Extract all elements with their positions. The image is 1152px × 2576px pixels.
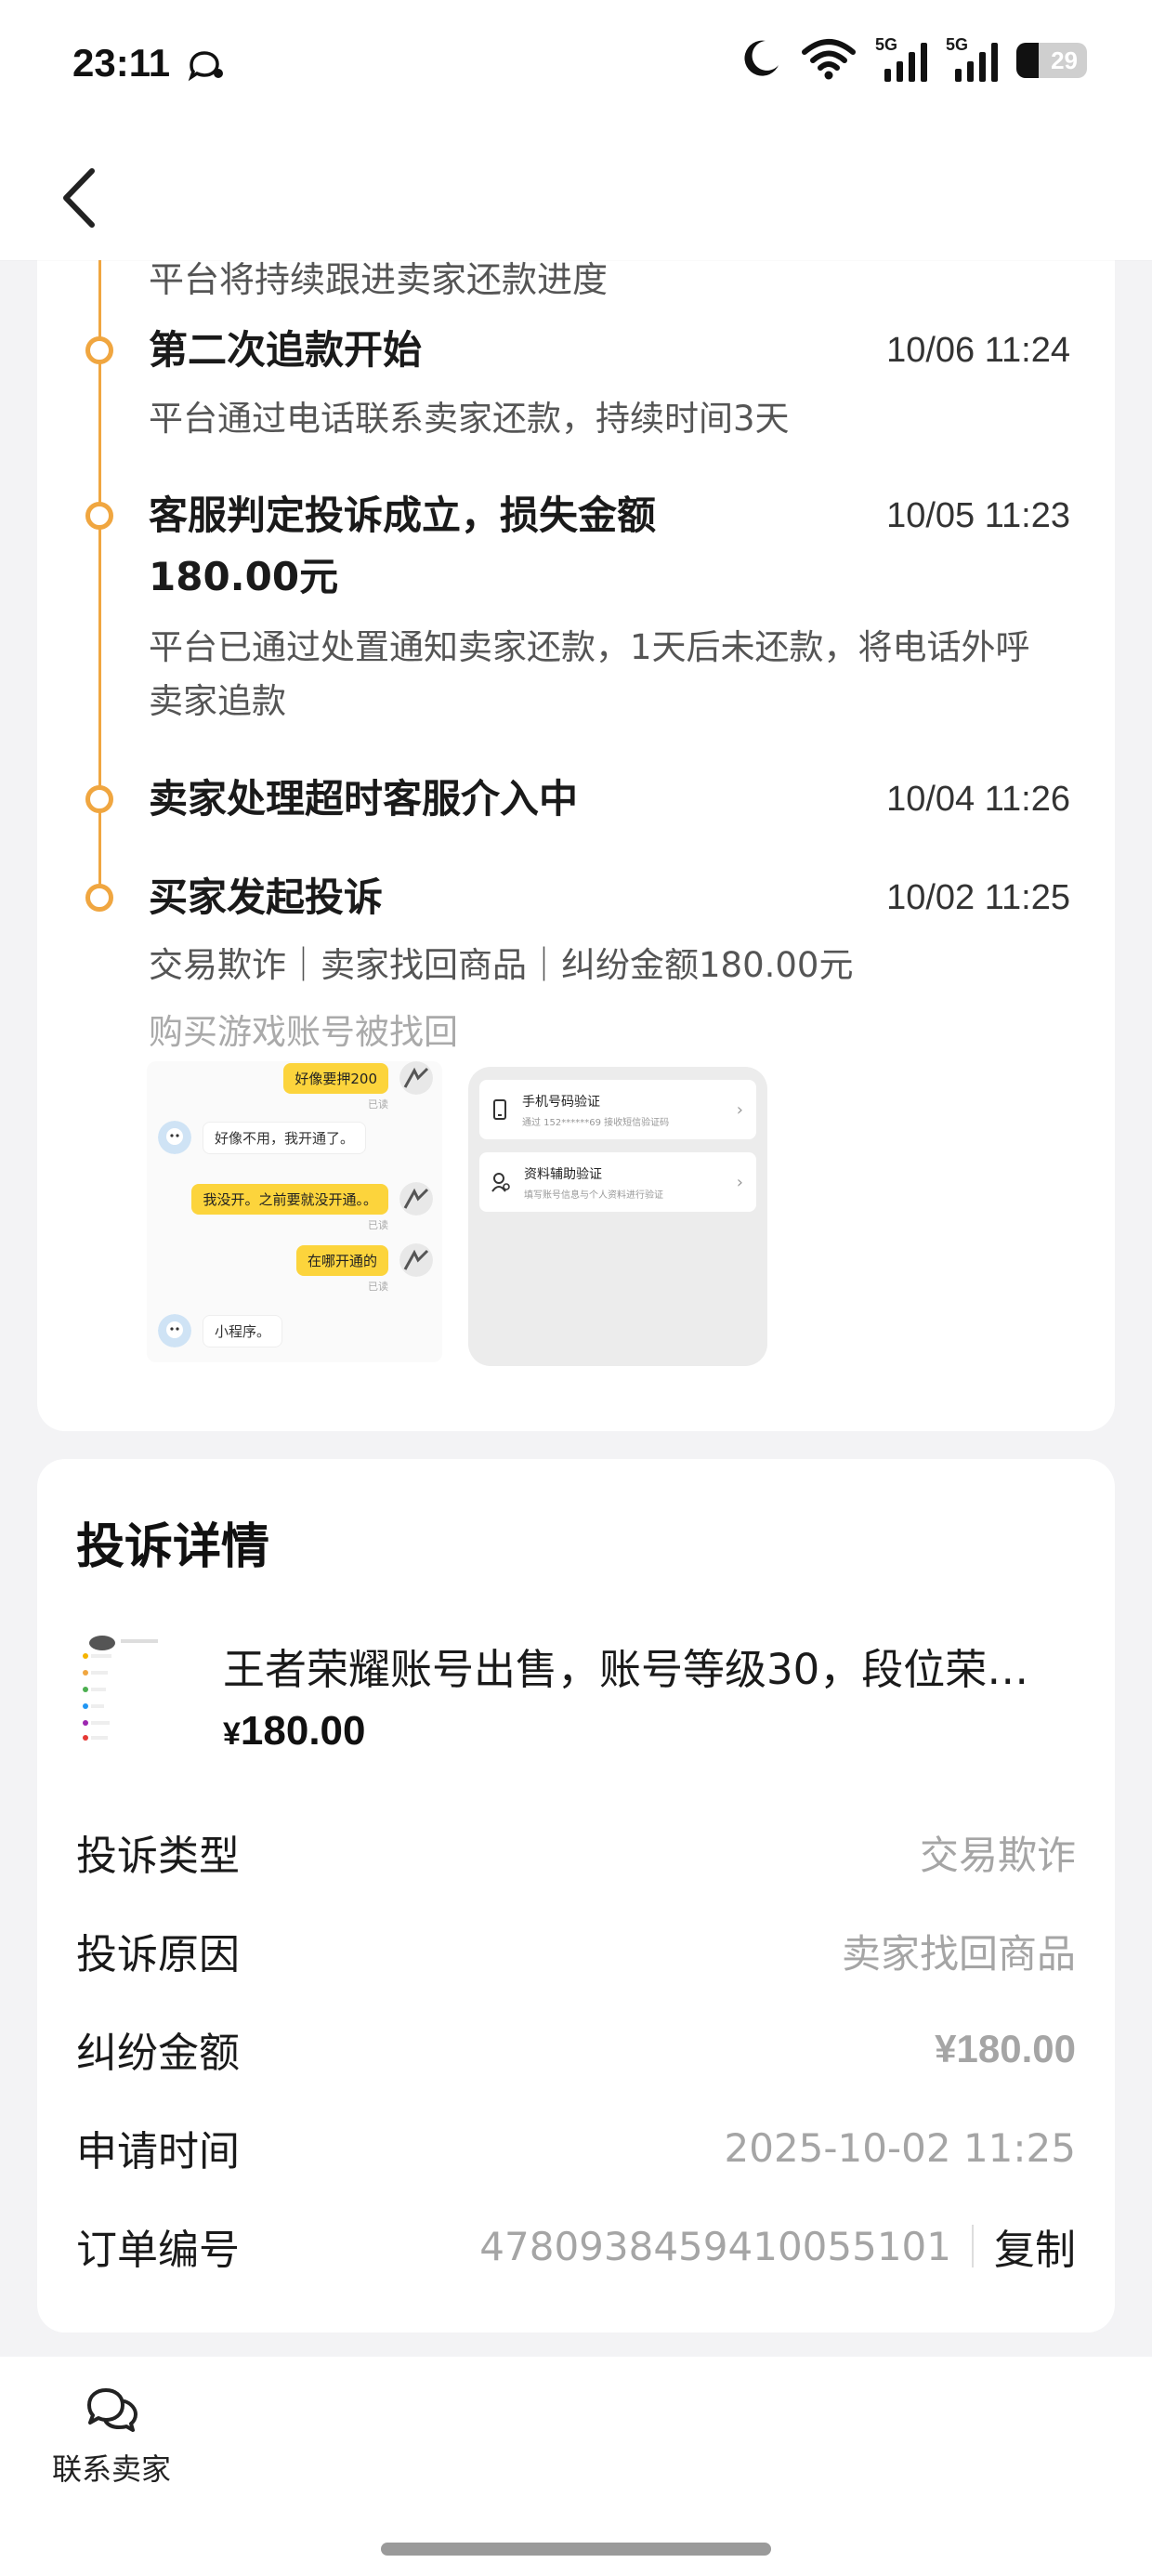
chat-message-right: 在哪开通的 [295,1243,433,1277]
user-verify-icon [491,1173,510,1192]
verify-item-sub: 通过 152******69 接收短信验证码 [522,1117,670,1128]
contact-seller-label: 联系卖家 [51,2451,171,2487]
chat-bubble: 好像要押200 [283,1062,388,1094]
moon-icon [740,37,782,84]
info-value: 2025-10-02 11:25 [724,2124,1076,2171]
info-label: 申请时间 [76,2128,240,2175]
chat-message-left: 好像不用，我开通了。 [158,1121,367,1154]
wifi-icon [801,37,857,84]
timeline-dot [85,884,113,912]
status-time: 23:11 [72,41,171,85]
battery-icon: 29 [1016,43,1087,78]
timeline-dot [85,336,113,364]
order-number: 4780938459410055101 [479,2223,951,2269]
info-label: 纠纷金额 [76,2030,240,2077]
info-row-order-number: 订单编号 4780938459410055101 复制 [76,2214,1076,2279]
product-price: ¥180.00 [223,1708,366,1755]
product-thumbnail-image [76,1632,190,1745]
timeline-event-title: 客服判定投诉成立，损失金额 [149,493,657,538]
status-bar: 23:11 5G 5G 29 [0,0,1152,139]
back-arrow-icon [63,168,95,228]
info-row-complaint-type: 投诉类型 交易欺诈 [76,1820,1076,1885]
timeline-event-time: 10/04 11:26 [886,780,1070,819]
chat-bubble: 小程序。 [203,1314,283,1347]
chevron-right-icon: › [736,1100,743,1120]
info-value: 交易欺诈 [919,1832,1076,1878]
timeline-event-time: 10/06 11:24 [886,331,1070,370]
nav-bar [0,139,1152,260]
timeline-event-desc-cont: 卖家追款 [149,681,286,721]
verify-item-sub: 填写账号信息与个人资料进行验证 [524,1189,663,1201]
product-thumbnail[interactable] [76,1632,190,1745]
timeline-event-desc: 平台已通过处置通知卖家还款，1天后未还款，将电话外呼 [149,627,1030,667]
info-label: 投诉类型 [76,1833,240,1880]
seller-avatar-icon [399,1243,433,1277]
bottom-bar: 联系卖家 [0,2357,1152,2576]
section-title: 投诉详情 [76,1519,270,1575]
timeline-event-time: 10/05 11:23 [886,496,1070,535]
verify-item-title: 资料辅助验证 [524,1166,602,1182]
timeline-event-title: 卖家处理超时客服介入中 [149,776,579,821]
product-name[interactable]: 王者荣耀账号出售，账号等级30，段位荣… [223,1636,1078,1696]
chat-bubbles-icon [87,2388,137,2432]
signal-icon-1: 5G [875,35,927,82]
buyer-avatar-icon [158,1121,191,1154]
info-value: 卖家找回商品 [841,1930,1076,1977]
verify-item-profile: 资料辅助验证 填写账号信息与个人资料进行验证 › [479,1152,756,1212]
price-currency: ¥ [223,1716,241,1752]
battery-level: 29 [1051,46,1078,74]
chevron-right-icon: › [736,1173,743,1192]
copy-button[interactable]: 复制 [994,2216,1076,2276]
timeline-dot [85,785,113,813]
phone-icon [493,1099,506,1120]
complaint-detail-card: 投诉详情 王者荣耀账号出售，账号等级30，段位荣… ¥180.00 投诉类型 交… [37,1459,1115,2333]
timeline-card: 平台将持续跟进卖家还款进度 第二次追款开始 10/06 11:24 平台通过电话… [37,223,1115,1431]
contact-seller-button[interactable]: 联系卖家 [48,2385,175,2489]
network-type-1: 5G [875,35,898,54]
home-indicator[interactable] [381,2543,771,2556]
verify-item-title: 手机号码验证 [522,1094,600,1110]
chat-read-label: 已读 [368,1219,388,1231]
chat-read-label: 已读 [368,1098,388,1111]
verify-item-phone: 手机号码验证 通过 152******69 接收短信验证码 › [479,1080,756,1139]
evidence-verify-image[interactable]: 手机号码验证 通过 152******69 接收短信验证码 › 资料辅助验证 填… [468,1067,767,1366]
chat-status-icon [186,48,225,85]
chat-message-right: 好像要押200 [283,1061,433,1095]
timeline-event-desc: 平台通过电话联系卖家还款，持续时间3天 [149,399,790,439]
network-type-2: 5G [946,35,969,54]
timeline-event-time: 10/02 11:25 [886,878,1070,917]
divider [972,2225,974,2267]
info-label: 投诉原因 [76,1931,240,1978]
timeline-event-title: 买家发起投诉 [149,874,384,920]
info-row-apply-time: 申请时间 2025-10-02 11:25 [76,2115,1076,2180]
chat-message-right: 我没开。之前要就没开通。。 [191,1182,433,1216]
timeline-event-desc: 交易欺诈｜卖家找回商品｜纠纷金额180.00元 [149,945,854,985]
chat-bubble: 在哪开通的 [295,1244,388,1276]
chat-bubble: 好像不用，我开通了。 [203,1121,367,1154]
price-value: 180.00 [240,1708,366,1754]
info-label: 订单编号 [76,2227,240,2274]
signal-icon-2: 5G [946,35,998,82]
info-value: ¥180.00 [935,2027,1076,2070]
timeline-event-title-cont: 180.00元 [149,554,339,599]
timeline-dot [85,502,113,530]
evidence-chat-image[interactable]: 好像要押200 已读 好像不用，我开通了。 我没开。之前要就没开通。。 已读 在… [147,1061,442,1362]
info-row-dispute-amount: 纠纷金额 ¥180.00 [76,2017,1076,2082]
back-button[interactable] [46,165,111,230]
chat-read-label: 已读 [368,1281,388,1293]
info-row-complaint-reason: 投诉原因 卖家找回商品 [76,1918,1076,1983]
timeline-event-note: 购买游戏账号被找回 [149,1012,458,1052]
chat-bubble: 我没开。之前要就没开通。。 [191,1183,388,1215]
seller-avatar-icon [399,1182,433,1216]
timeline-event-title: 第二次追款开始 [149,327,423,373]
chat-message-left: 小程序。 [158,1314,283,1347]
buyer-avatar-icon [158,1314,191,1347]
seller-avatar-icon [399,1061,433,1095]
